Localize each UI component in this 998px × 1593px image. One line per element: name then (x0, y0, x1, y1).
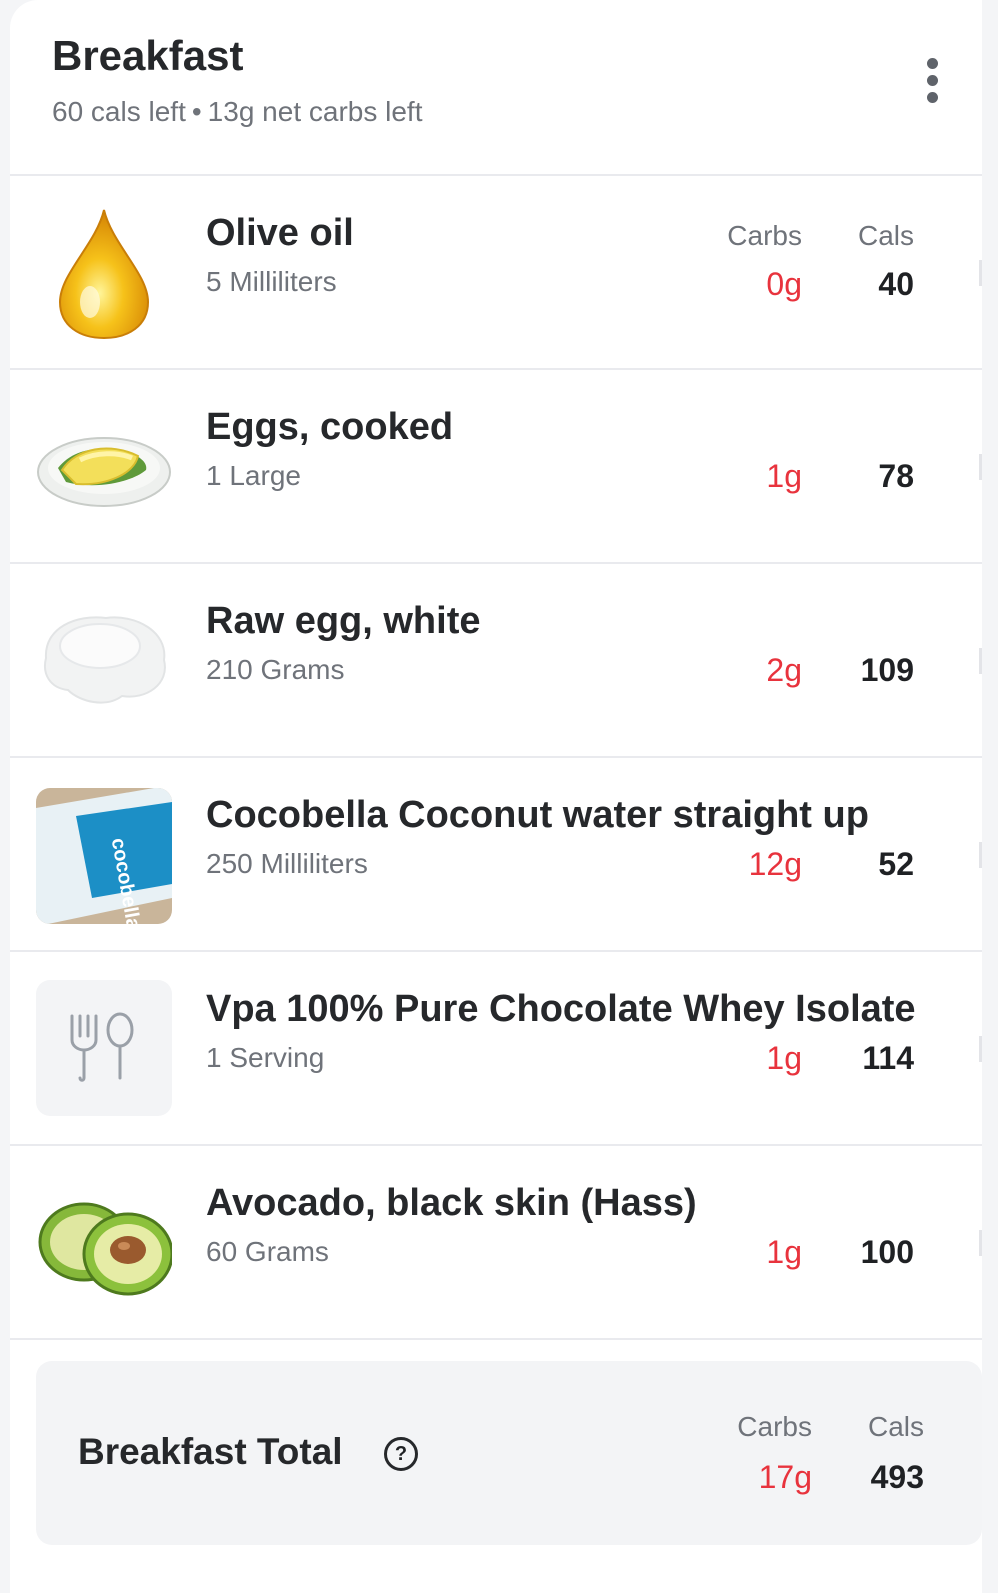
row-edge-marker (979, 454, 982, 480)
food-quantity: 1 Large (206, 460, 301, 491)
food-cals: 78 (878, 458, 914, 494)
total-cals: 493 (870, 1459, 924, 1495)
food-name: Avocado, black skin (Hass) (206, 1182, 697, 1224)
food-cals: 40 (878, 266, 914, 302)
meal-total-panel: Breakfast Total ? Carbs Cals 17g 493 (36, 1361, 982, 1545)
row-edge-marker (979, 1230, 982, 1256)
food-row-raw-egg-white[interactable]: Raw egg, white 210 Grams 2g 109 (10, 564, 982, 758)
fork-spoon-icon (36, 980, 172, 1116)
food-name: Cocobella Coconut water straight up (206, 794, 869, 836)
food-carbs: 2g (766, 652, 802, 688)
food-quantity: 210 Grams (206, 654, 345, 685)
food-row-vpa-whey[interactable]: Vpa 100% Pure Chocolate Whey Isolate 1 S… (10, 952, 982, 1146)
help-circle-icon[interactable]: ? (384, 1437, 418, 1471)
total-carbs: 17g (758, 1459, 812, 1495)
food-row-eggs-cooked[interactable]: Eggs, cooked 1 Large 1g 78 (10, 370, 982, 564)
food-carbs: 12g (748, 846, 802, 882)
egg-white-icon (36, 592, 172, 728)
carbs-left-text: 13g net carbs left (207, 96, 423, 127)
food-name: Olive oil (206, 212, 354, 254)
food-row-cocobella[interactable]: cocobella Cocobella Coconut water straig… (10, 758, 982, 952)
food-quantity: 250 Milliliters (206, 848, 368, 879)
carbs-column-label: Carbs (727, 220, 802, 251)
food-carbs: 0g (766, 266, 802, 302)
separator-dot: • (191, 96, 202, 127)
food-carbs: 1g (766, 1234, 802, 1270)
total-cals-column-label: Cals (867, 1411, 924, 1442)
food-row-avocado[interactable]: Avocado, black skin (Hass) 60 Grams 1g 1… (10, 1146, 982, 1340)
food-row-olive-oil[interactable]: Olive oil 5 Milliliters Carbs Cals 0g 40 (10, 176, 982, 370)
food-quantity: 1 Serving (206, 1042, 325, 1073)
cooked-eggs-icon (36, 398, 172, 534)
more-vertical-icon[interactable] (924, 58, 940, 104)
row-edge-marker (979, 1036, 982, 1062)
row-edge-marker (979, 260, 982, 286)
olive-oil-drop-icon (36, 204, 172, 340)
food-quantity: 5 Milliliters (206, 266, 337, 297)
food-cals: 52 (878, 846, 914, 882)
meal-header: Breakfast 60 cals left • 13g net carbs lef… (10, 0, 982, 176)
row-edge-marker (979, 648, 982, 674)
breakfast-card: Breakfast 60 cals left • 13g net carbs lef… (10, 0, 982, 1593)
total-carbs-column-label: Carbs (737, 1411, 812, 1442)
food-name: Eggs, cooked (206, 406, 454, 448)
meal-remaining-summary: 60 cals left • 13g net carbs left (52, 96, 422, 128)
food-carbs: 1g (766, 458, 802, 494)
cals-column-label: Cals (857, 220, 914, 251)
meal-total-label: Breakfast Total (78, 1431, 343, 1472)
food-name: Raw egg, white (206, 600, 481, 642)
food-cals: 100 (860, 1234, 914, 1270)
coconut-water-photo: cocobella (36, 788, 172, 924)
food-name: Vpa 100% Pure Chocolate Whey Isolate (206, 988, 916, 1030)
food-cals: 114 (862, 1040, 914, 1076)
avocado-icon (36, 1174, 172, 1310)
food-quantity: 60 Grams (206, 1236, 329, 1267)
row-edge-marker (979, 842, 982, 868)
meal-title: Breakfast (52, 32, 244, 79)
food-carbs: 1g (766, 1040, 802, 1076)
food-cals: 109 (860, 652, 914, 688)
cals-left-text: 60 cals left (52, 96, 186, 127)
